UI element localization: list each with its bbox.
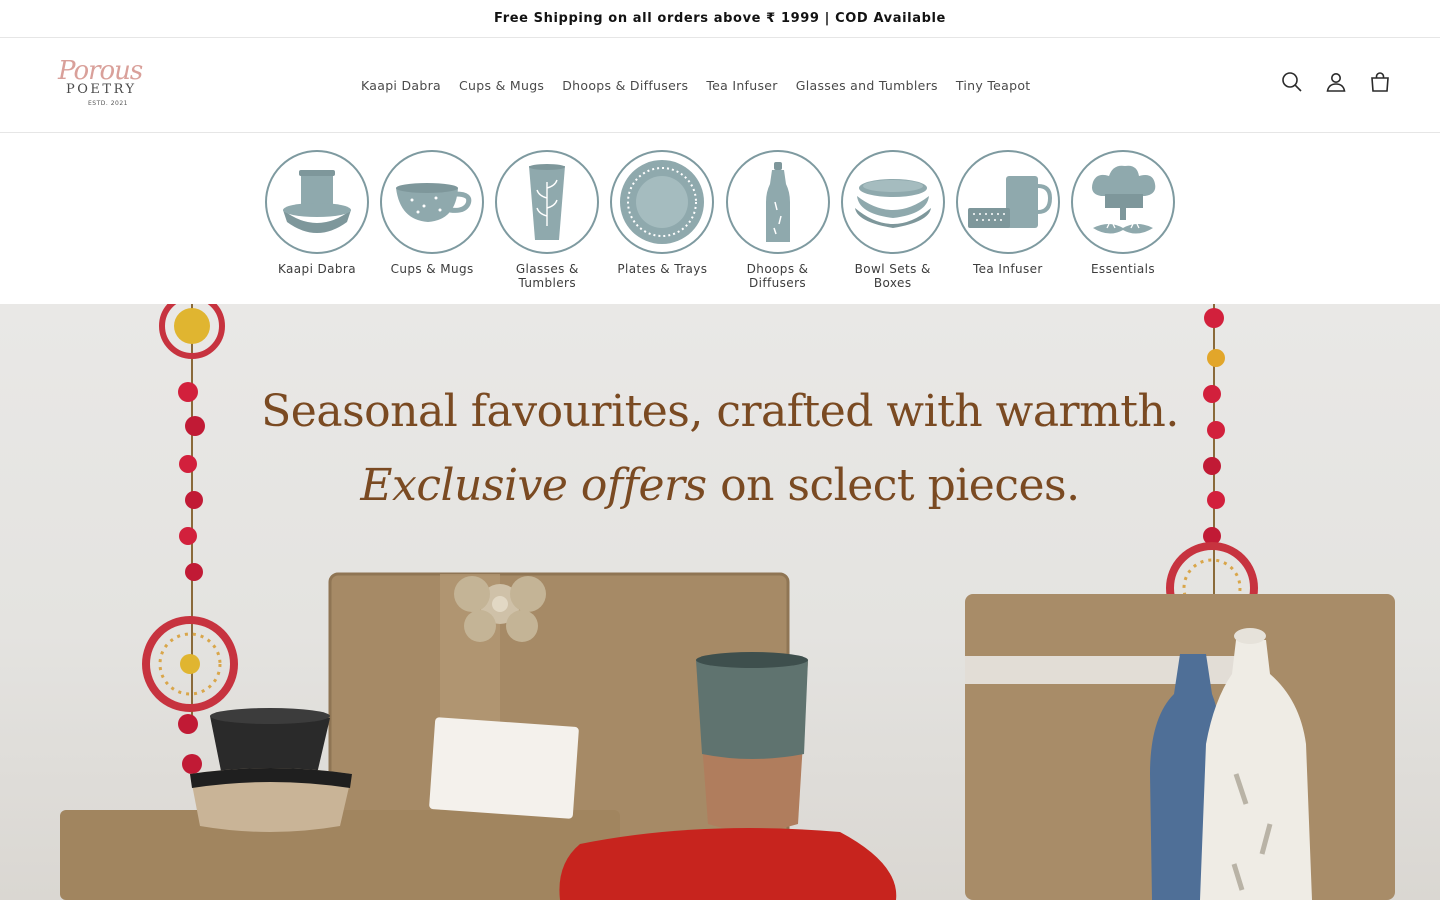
nav-cups-mugs[interactable]: Cups & Mugs <box>456 78 547 93</box>
category-label: Dhoops & Diffusers <box>746 262 809 290</box>
dabra-icon <box>283 170 351 233</box>
hero-headline-line2: Exclusive offers on sclect pieces. <box>0 460 1440 511</box>
category-essentials-image <box>1070 150 1175 254</box>
bowls-icon <box>854 179 931 228</box>
account-icon[interactable] <box>1324 70 1348 94</box>
hero-line2-rest: on sclect pieces. <box>706 460 1080 511</box>
category-dhoops-diffusers-image <box>725 150 830 254</box>
logo-estd: ESTD. 2021 <box>88 100 128 107</box>
category-label: Essentials <box>1090 262 1156 276</box>
category-kaapi-dabra[interactable]: Kaapi Dabra <box>261 150 373 300</box>
category-tea-infuser-image <box>955 150 1060 254</box>
category-plates-trays-image <box>610 150 715 254</box>
category-kaapi-dabra-image <box>265 150 369 254</box>
left-garland <box>142 304 238 774</box>
nav-dhoops-diffusers[interactable]: Dhoops & Diffusers <box>559 78 691 93</box>
logo-word: POETRY <box>66 82 137 97</box>
hero-headline-line1: Seasonal favourites, crafted with warmth… <box>261 386 1179 437</box>
infuser-icon <box>967 176 1052 228</box>
tumbler-icon <box>529 164 566 240</box>
cup-icon <box>396 183 472 222</box>
category-label: Cups & Mugs <box>390 262 474 276</box>
chef-hat-icon <box>1091 165 1156 234</box>
category-plates-trays[interactable]: Plates & Trays <box>606 150 718 300</box>
announcement-text: Free Shipping on all orders above ₹ 1999… <box>494 11 946 26</box>
category-label: Tea Infuser <box>972 262 1043 276</box>
category-label: Plates & Trays <box>617 262 708 276</box>
main-nav: Kaapi Dabra Cups & Mugs Dhoops & Diffuse… <box>358 75 1034 95</box>
category-tea-infuser[interactable]: Tea Infuser <box>952 150 1064 300</box>
diffuser-icon <box>765 162 790 242</box>
header-icons <box>1280 70 1392 94</box>
category-label: Glasses & Tumblers <box>515 262 579 290</box>
site-header: Porous POETRY ESTD. 2021 Kaapi Dabra Cup… <box>0 38 1440 133</box>
category-label: Kaapi Dabra <box>277 262 357 276</box>
search-icon[interactable] <box>1280 70 1304 94</box>
category-bowl-sets-boxes-image <box>840 150 945 254</box>
category-cups-mugs-image <box>380 150 485 254</box>
plate-icon <box>620 160 705 244</box>
nav-tiny-teapot[interactable]: Tiny Teapot <box>953 78 1034 93</box>
nav-tea-infuser[interactable]: Tea Infuser <box>703 78 780 93</box>
category-label: Bowl Sets & Boxes <box>854 262 931 290</box>
nav-kaapi-dabra[interactable]: Kaapi Dabra <box>358 78 444 93</box>
cart-icon[interactable] <box>1368 70 1392 94</box>
category-bowl-sets-boxes[interactable]: Bowl Sets & Boxes <box>837 150 949 300</box>
category-cups-mugs[interactable]: Cups & Mugs <box>376 150 488 300</box>
hero-emphasis-text: Exclusive offers <box>360 460 707 511</box>
category-strip: Kaapi Dabra Cups & Mugs Glasses & Tumble <box>261 150 1179 300</box>
category-glasses-tumblers-image <box>495 150 600 254</box>
hero-banner[interactable]: Seasonal favourites, crafted with warmth… <box>0 304 1440 900</box>
category-glasses-tumblers[interactable]: Glasses & Tumblers <box>491 150 603 300</box>
category-dhoops-diffusers[interactable]: Dhoops & Diffusers <box>722 150 834 300</box>
site-logo[interactable]: Porous POETRY ESTD. 2021 <box>52 54 162 116</box>
category-essentials[interactable]: Essentials <box>1067 150 1179 300</box>
announcement-bar: Free Shipping on all orders above ₹ 1999… <box>0 0 1440 38</box>
nav-glasses-tumblers[interactable]: Glasses and Tumblers <box>793 78 941 93</box>
